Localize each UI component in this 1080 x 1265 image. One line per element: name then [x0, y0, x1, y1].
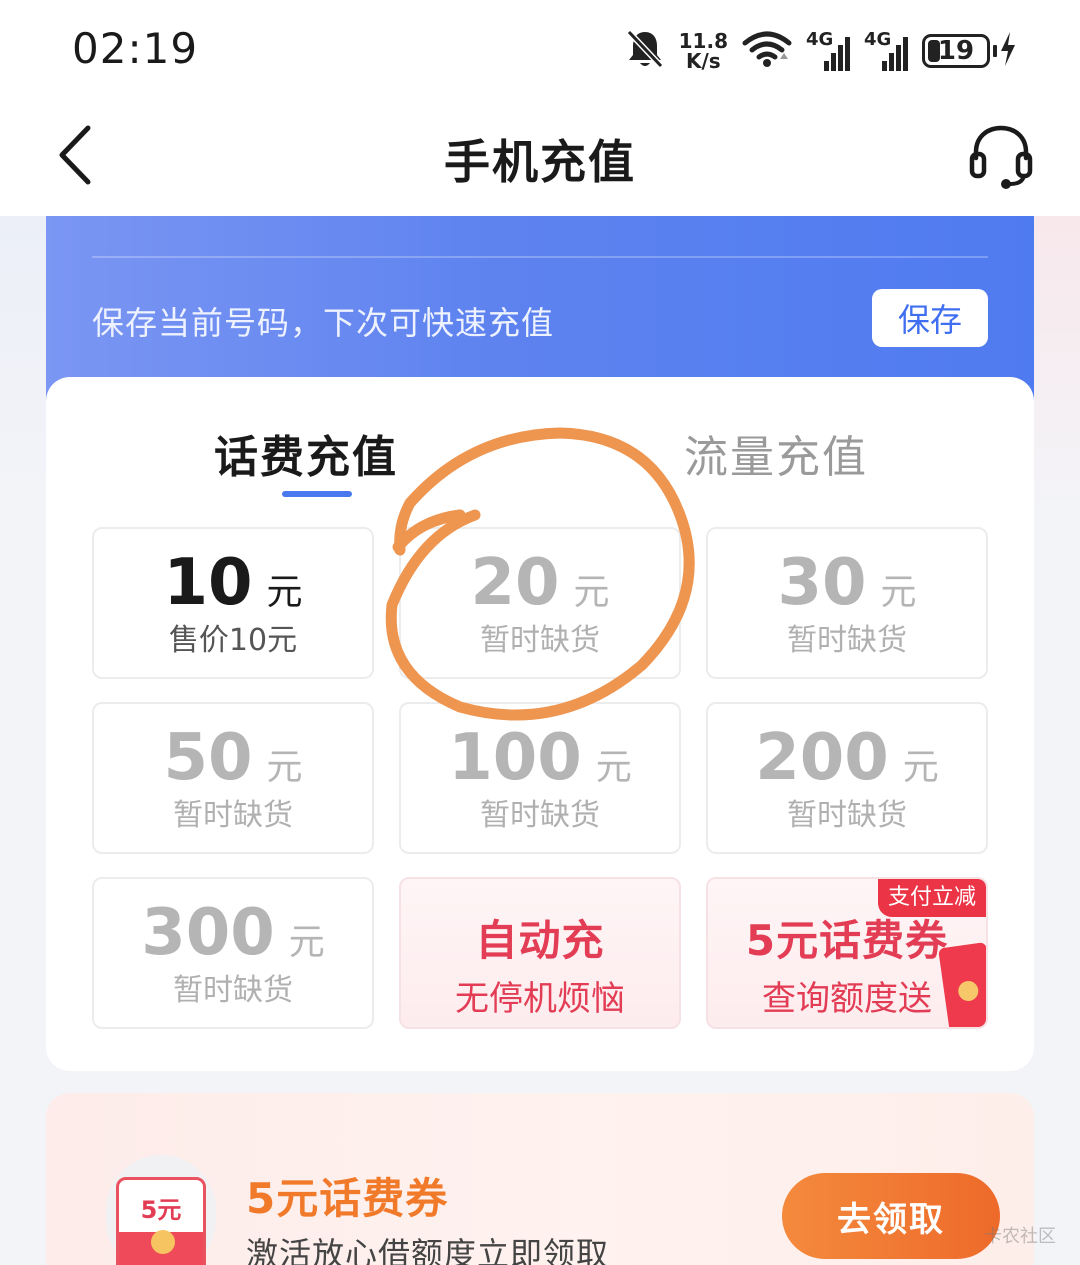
recharge-card: 话费充值 流量充值 10 元 售价10元 20 元 暂时缺货 30 元 暂时缺货 50…: [46, 377, 1034, 1071]
option-unit: 元: [266, 747, 303, 788]
coupon-title: 5元话费券: [246, 1174, 449, 1223]
auto-recharge-option[interactable]: 自动充 无停机烦恼: [399, 877, 681, 1029]
option-status: 暂时缺货: [787, 623, 907, 658]
title-bar: 手机充值: [0, 100, 1080, 216]
status-icons: 11.8 K/s 4G 4G 19: [625, 26, 1016, 76]
option-unit: 元: [288, 922, 325, 963]
option-unit: 元: [595, 747, 632, 788]
customer-service-button[interactable]: [966, 120, 1036, 190]
option-price: 售价10元: [168, 623, 298, 658]
option-status: 暂时缺货: [787, 798, 907, 833]
option-status: 暂时缺货: [173, 973, 293, 1008]
option-status: 暂时缺货: [173, 798, 293, 833]
option-amount: 30: [777, 546, 867, 620]
option-unit: 元: [902, 747, 939, 788]
amount-option-300[interactable]: 300 元 暂时缺货: [92, 877, 374, 1029]
background-left: [0, 216, 46, 516]
signal2-label: 4G: [864, 29, 892, 50]
tab-active-indicator: [282, 491, 352, 497]
promo-subtitle: 查询额度送: [762, 979, 932, 1019]
mute-bell-icon: [625, 28, 665, 74]
coupon-banner: 5元 5元话费券 激活放心借额度立即领取 去领取: [46, 1093, 1034, 1265]
status-time: 02:19: [72, 24, 199, 73]
save-button[interactable]: 保存: [872, 289, 988, 347]
divider: [92, 256, 988, 258]
option-amount: 100: [448, 721, 582, 795]
headset-icon: [969, 125, 1033, 189]
status-bar: 02:19 11.8 K/s 4G 4G 19: [0, 0, 1080, 100]
net-speed-value: 11.8: [678, 29, 728, 53]
watermark: 卡农社区: [984, 1226, 1056, 1247]
battery-level: 19: [937, 36, 975, 66]
auto-recharge-subtitle: 无停机烦恼: [455, 979, 625, 1019]
tab-data-recharge[interactable]: 流量充值: [684, 421, 868, 485]
amount-option-200[interactable]: 200 元 暂时缺货: [706, 702, 988, 854]
page-title: 手机充值: [444, 135, 636, 189]
option-unit: 元: [573, 572, 610, 613]
option-status: 暂时缺货: [480, 798, 600, 833]
coupon-description: 激活放心借额度立即领取: [246, 1235, 610, 1265]
coupon-gift-icon: 5元: [106, 1155, 216, 1265]
charging-icon: [1000, 32, 1016, 70]
amount-option-10[interactable]: 10 元 售价10元: [92, 527, 374, 679]
amount-option-50[interactable]: 50 元 暂时缺货: [92, 702, 374, 854]
amount-option-30[interactable]: 30 元 暂时缺货: [706, 527, 988, 679]
signal1-label: 4G: [806, 29, 834, 50]
net-speed-unit: K/s: [685, 49, 721, 73]
option-unit: 元: [880, 572, 917, 613]
option-amount: 20: [470, 546, 560, 620]
tab-phone-bill[interactable]: 话费充值: [214, 421, 398, 485]
coupon-promo-option[interactable]: 支付立减 5元话费券 查询额度送: [706, 877, 988, 1029]
network-speed: 11.8 K/s: [679, 31, 728, 71]
auto-recharge-title: 自动充: [475, 916, 605, 965]
signal-4g-icon: 4G: [864, 31, 908, 71]
promo-title: 5元话费券: [745, 916, 949, 965]
option-unit: 元: [266, 572, 303, 613]
background-right: [1034, 216, 1080, 516]
coupon-icon-value: 5元: [140, 1196, 182, 1224]
claim-coupon-button[interactable]: 去领取: [782, 1173, 1000, 1259]
signal-4g-icon: 4G: [806, 31, 850, 71]
option-amount: 200: [755, 721, 889, 795]
save-hint: 保存当前号码，下次可快速充值: [92, 304, 555, 342]
option-amount: 50: [163, 721, 253, 795]
option-amount: 300: [141, 896, 275, 970]
amount-option-100[interactable]: 100 元 暂时缺货: [399, 702, 681, 854]
option-amount: 10: [163, 546, 253, 620]
wifi-icon: [742, 29, 792, 73]
option-status: 暂时缺货: [480, 623, 600, 658]
battery-icon: 19: [922, 32, 1016, 70]
amount-option-20[interactable]: 20 元 暂时缺货: [399, 527, 681, 679]
